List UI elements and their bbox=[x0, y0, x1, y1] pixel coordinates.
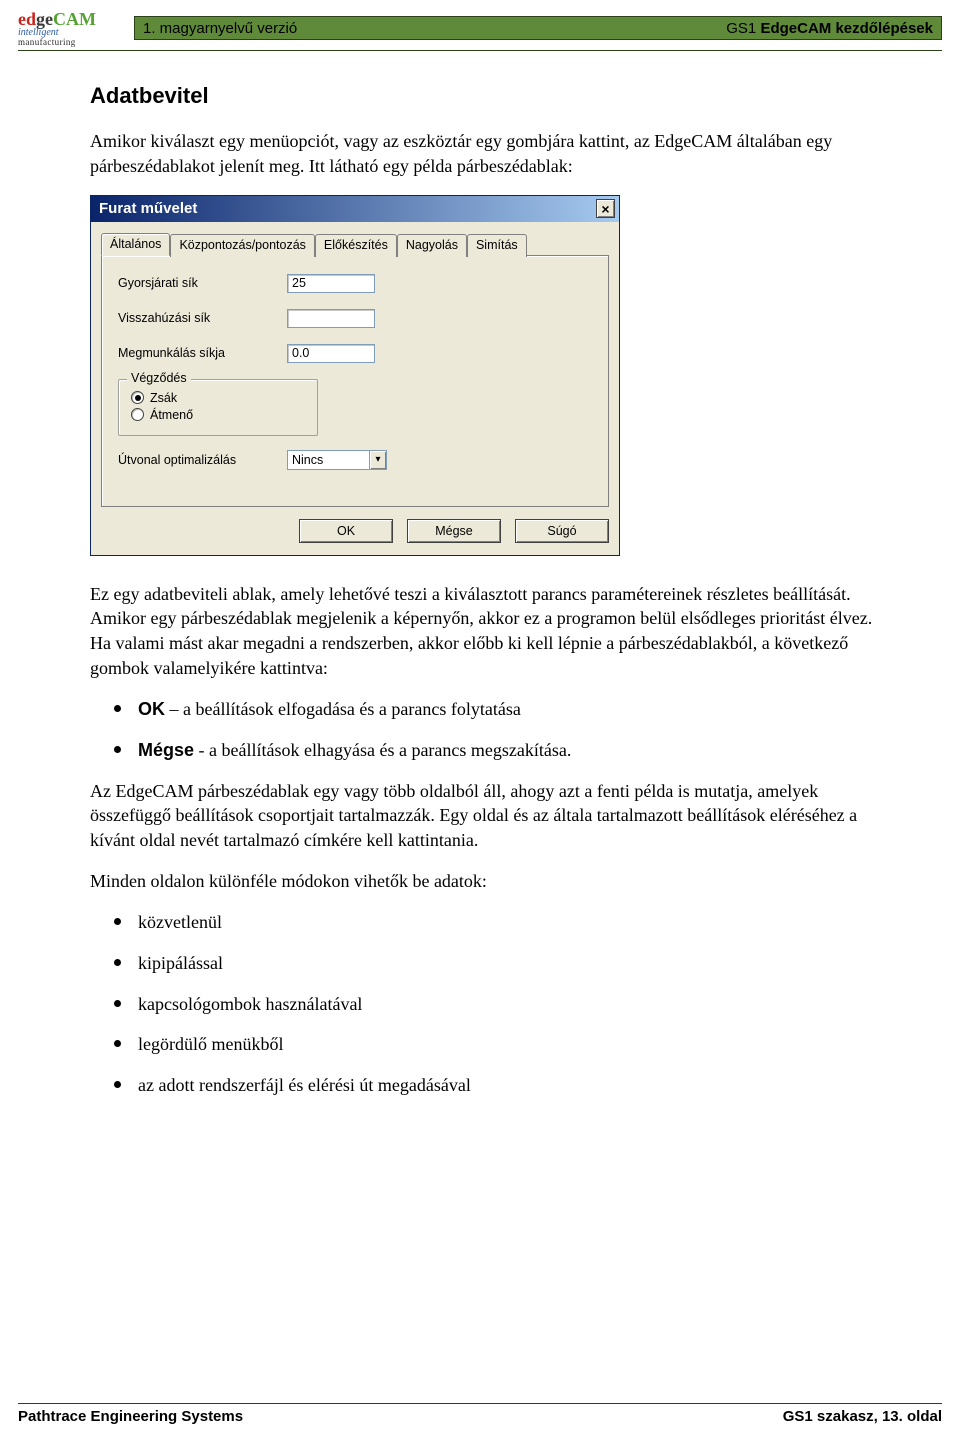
label-retract-plane: Visszahúzási sík bbox=[118, 311, 283, 325]
fieldset-endtype: Végződés Zsák Átmenő bbox=[118, 379, 318, 436]
tab-prep[interactable]: Előkészítés bbox=[315, 234, 397, 257]
field-work-plane: Megmunkálás síkja bbox=[118, 344, 592, 363]
bullet-text: közvetlenül bbox=[138, 912, 222, 932]
tab-general[interactable]: Általános bbox=[101, 233, 170, 256]
tab-page-general: Gyorsjárati sík Visszahúzási sík Megmunk… bbox=[101, 255, 609, 507]
button-label: Súgó bbox=[547, 524, 576, 538]
page-footer: Pathtrace Engineering Systems GS1 szakas… bbox=[18, 1403, 942, 1425]
intro-paragraph: Amikor kiválaszt egy menüopciót, vagy az… bbox=[90, 129, 884, 179]
label-rapid-plane: Gyorsjárati sík bbox=[118, 276, 283, 290]
header-right-text: GS1 EdgeCAM kezdőlépések bbox=[726, 20, 933, 37]
bullet-text: az adott rendszerfájl és elérési út mega… bbox=[138, 1075, 471, 1095]
tab-rough[interactable]: Nagyolás bbox=[397, 234, 467, 257]
tab-label: Simítás bbox=[476, 238, 518, 252]
radio-icon bbox=[131, 408, 144, 421]
field-retract-plane: Visszahúzási sík bbox=[118, 309, 592, 328]
bullet-rest: – a beállítások elfogadása és a parancs … bbox=[165, 699, 521, 719]
radio-label: Átmenő bbox=[150, 408, 193, 422]
field-path-optim: Útvonal optimalizálás Nincs bbox=[118, 450, 592, 470]
cancel-button[interactable]: Mégse bbox=[407, 519, 501, 543]
page-header: edgeCAM intelligent manufacturing 1. mag… bbox=[0, 0, 960, 51]
ok-button[interactable]: OK bbox=[299, 519, 393, 543]
example-dialog: Furat művelet × Általános Központozás/po… bbox=[90, 195, 620, 556]
list-item: kapcsológombok használatával bbox=[90, 992, 884, 1017]
pages-paragraph: Az EdgeCAM párbeszédablak egy vagy több … bbox=[90, 779, 884, 853]
footer-right: GS1 szakasz, 13. oldal bbox=[783, 1408, 942, 1425]
list-item: Mégse - a beállítások elhagyása és a par… bbox=[90, 738, 884, 763]
combo-value: Nincs bbox=[288, 453, 369, 467]
footer-bar: Pathtrace Engineering Systems GS1 szakas… bbox=[18, 1408, 942, 1425]
button-label: Mégse bbox=[435, 524, 473, 538]
radio-icon bbox=[131, 391, 144, 404]
input-work-plane[interactable] bbox=[287, 344, 375, 363]
header-right-bold: EdgeCAM kezdőlépések bbox=[760, 20, 933, 37]
logo-tagline-2: manufacturing bbox=[18, 38, 126, 47]
tab-label: Nagyolás bbox=[406, 238, 458, 252]
tab-finish[interactable]: Simítás bbox=[467, 234, 527, 257]
logo-wordmark: edgeCAM bbox=[18, 10, 126, 28]
label-path-optim: Útvonal optimalizálás bbox=[118, 453, 283, 467]
bullet-rest: - a beállítások elhagyása és a parancs m… bbox=[194, 740, 571, 760]
dialog-titlebar[interactable]: Furat művelet × bbox=[91, 196, 619, 222]
bullet-bold: Mégse bbox=[138, 740, 194, 760]
radio-blind[interactable]: Zsák bbox=[131, 391, 305, 405]
action-bullets: OK – a beállítások elfogadása és a paran… bbox=[90, 697, 884, 763]
dialog-body: Általános Központozás/pontozás Előkészít… bbox=[91, 222, 619, 555]
bullet-text: kipipálással bbox=[138, 953, 223, 973]
tab-label: Központozás/pontozás bbox=[179, 238, 305, 252]
header-strip: 1. magyarnyelvű verzió GS1 EdgeCAM kezdő… bbox=[134, 16, 942, 40]
bullet-bold: OK bbox=[138, 699, 165, 719]
dialog-tabbar: Általános Központozás/pontozás Előkészít… bbox=[101, 232, 609, 255]
banner: edgeCAM intelligent manufacturing 1. mag… bbox=[18, 10, 942, 46]
button-label: OK bbox=[337, 524, 355, 538]
input-modes-intro: Minden oldalon különféle módokon vihetők… bbox=[90, 869, 884, 894]
tab-label: Előkészítés bbox=[324, 238, 388, 252]
bullet-text: kapcsológombok használatával bbox=[138, 994, 362, 1014]
edgecam-logo: edgeCAM intelligent manufacturing bbox=[18, 10, 126, 46]
tab-centering[interactable]: Központozás/pontozás bbox=[170, 234, 314, 257]
tab-label: Általános bbox=[110, 237, 161, 251]
legend-endtype: Végződés bbox=[127, 371, 191, 385]
explain-paragraph: Ez egy adatbeviteli ablak, amely lehetőv… bbox=[90, 582, 884, 681]
help-button[interactable]: Súgó bbox=[515, 519, 609, 543]
input-mode-bullets: közvetlenül kipipálással kapcsológombok … bbox=[90, 910, 884, 1098]
list-item: az adott rendszerfájl és elérési út mega… bbox=[90, 1073, 884, 1098]
list-item: OK – a beállítások elfogadása és a paran… bbox=[90, 697, 884, 722]
footer-rule bbox=[18, 1403, 942, 1404]
bullet-text: legördülő menükből bbox=[138, 1034, 283, 1054]
input-rapid-plane[interactable] bbox=[287, 274, 375, 293]
list-item: kipipálással bbox=[90, 951, 884, 976]
label-work-plane: Megmunkálás síkja bbox=[118, 346, 283, 360]
radio-label: Zsák bbox=[150, 391, 177, 405]
radio-through[interactable]: Átmenő bbox=[131, 408, 305, 422]
list-item: közvetlenül bbox=[90, 910, 884, 935]
document-body: Adatbevitel Amikor kiválaszt egy menüopc… bbox=[0, 51, 960, 1098]
dialog-button-row: OK Mégse Súgó bbox=[101, 507, 609, 543]
input-retract-plane[interactable] bbox=[287, 309, 375, 328]
combo-path-optim[interactable]: Nincs bbox=[287, 450, 387, 470]
close-icon[interactable]: × bbox=[596, 199, 615, 218]
footer-left: Pathtrace Engineering Systems bbox=[18, 1408, 243, 1425]
dialog-title: Furat művelet bbox=[99, 200, 197, 217]
field-rapid-plane: Gyorsjárati sík bbox=[118, 274, 592, 293]
header-left-text: 1. magyarnyelvű verzió bbox=[143, 20, 297, 37]
chevron-down-icon[interactable] bbox=[369, 451, 386, 469]
list-item: legördülő menükből bbox=[90, 1032, 884, 1057]
header-right-prefix: GS1 bbox=[726, 20, 760, 37]
section-title: Adatbevitel bbox=[90, 83, 884, 109]
